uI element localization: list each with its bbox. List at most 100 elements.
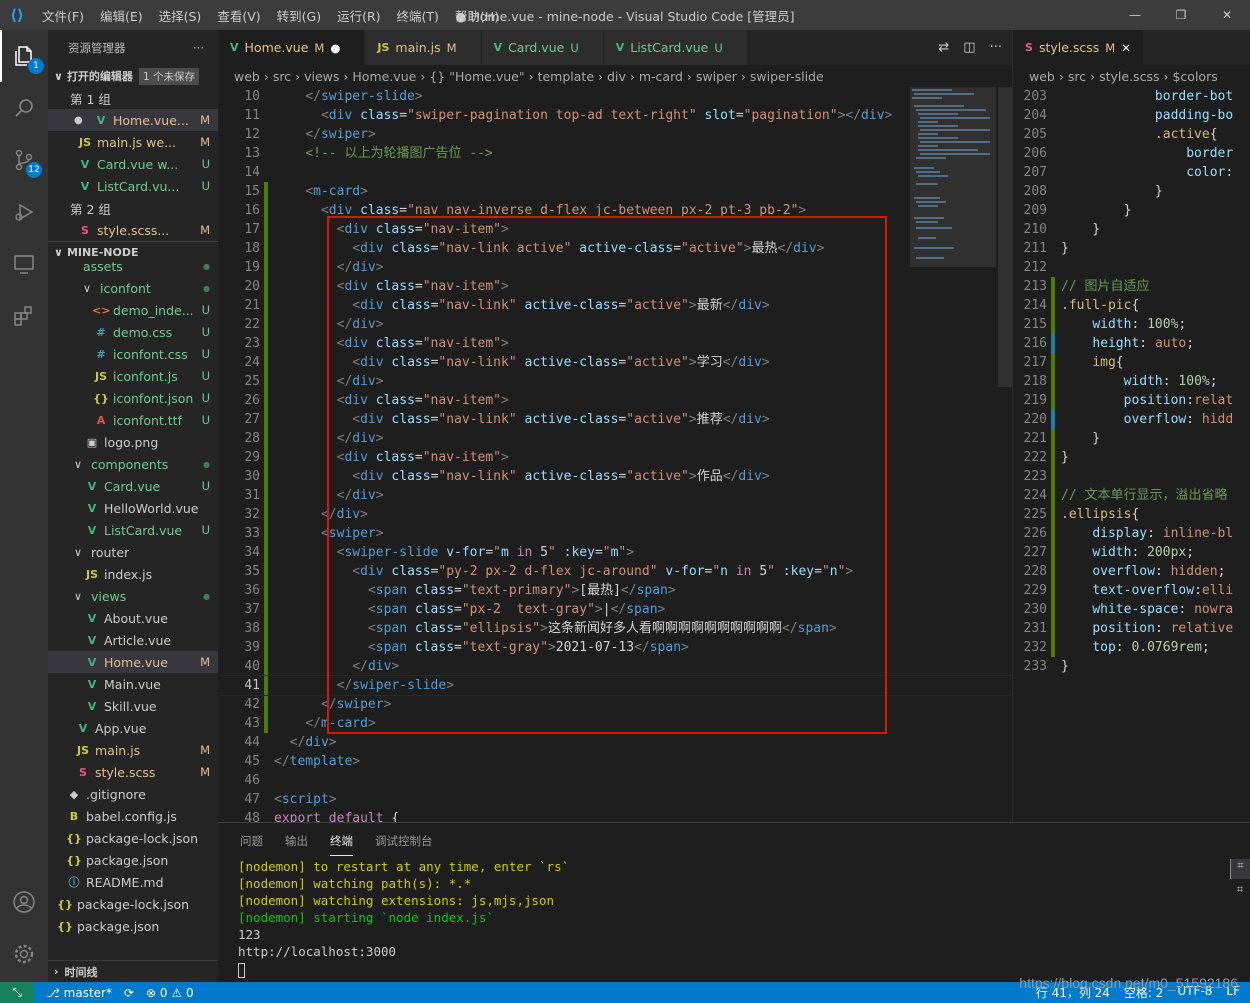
folder-item[interactable]: ∨ components ● (48, 453, 218, 475)
breadcrumb-item[interactable]: views (304, 69, 339, 84)
search-icon[interactable] (0, 82, 48, 134)
open-editor-item[interactable]: ● V Home.vue... M (48, 109, 218, 131)
timeline-section[interactable]: › 时间线 (48, 960, 218, 982)
file-item[interactable]: {} package-lock.json (48, 827, 218, 849)
open-editor-item[interactable]: Sstyle.scss... M (48, 219, 218, 241)
menu-item[interactable]: 查看(V) (209, 9, 268, 24)
menu-item[interactable]: 选择(S) (151, 9, 210, 24)
more-actions-icon[interactable]: ··· (990, 40, 1002, 55)
breadcrumb-item[interactable]: src (273, 69, 291, 84)
tab-style-scss[interactable]: S style.scss M ✕ (1013, 30, 1144, 65)
menu-item[interactable]: 帮助(H) (447, 9, 507, 24)
file-item[interactable]: V Main.vue (48, 673, 218, 695)
split-editor-icon[interactable]: ◫ (963, 40, 975, 55)
file-item[interactable]: {} package-lock.json (48, 893, 218, 915)
file-item[interactable]: JS index.js (48, 563, 218, 585)
breadcrumb-item[interactable]: swiper-slide (750, 69, 824, 84)
git-branch[interactable]: ⎇ master* (46, 986, 112, 1000)
open-changes-icon[interactable]: ⇄ (938, 40, 949, 55)
code-editor-right[interactable]: 203 border-bot 204 padding-bo 205 .active{… (1013, 87, 1250, 822)
file-item[interactable]: <> demo_inde... U (48, 299, 218, 321)
file-item[interactable]: assets ● (48, 255, 218, 277)
panel-tab[interactable]: 问题 (240, 833, 263, 849)
source-control-icon[interactable]: 12 (0, 134, 48, 186)
file-item[interactable]: {} package.json (48, 915, 218, 937)
breadcrumb-item[interactable]: m-card (639, 69, 683, 84)
folder-item[interactable]: ∨ iconfont ● (48, 277, 218, 299)
file-item[interactable]: V Home.vue M (48, 651, 218, 673)
file-item[interactable]: # iconfont.css U (48, 343, 218, 365)
open-editor-item[interactable]: JS main.js we... M (48, 131, 218, 153)
file-item[interactable]: V About.vue (48, 607, 218, 629)
settings-gear-icon[interactable] (0, 928, 48, 980)
close-icon[interactable]: ✕ (1121, 41, 1131, 55)
problems-count[interactable]: ⊗ 0 ⚠ 0 (146, 986, 194, 1000)
breadcrumb-item[interactable]: template (538, 69, 594, 84)
file-item[interactable]: V ListCard.vue U (48, 519, 218, 541)
file-item[interactable]: Sstyle.scss M (48, 761, 218, 783)
breadcrumb-item[interactable]: web (234, 69, 260, 84)
breadcrumb-item[interactable]: swiper (696, 69, 737, 84)
remote-explorer-icon[interactable] (0, 238, 48, 290)
file-name: iconfont.js (113, 368, 178, 384)
file-item[interactable]: # demo.css U (48, 321, 218, 343)
run-debug-icon[interactable] (0, 186, 48, 238)
panel-tab[interactable]: 终端 (330, 826, 353, 856)
menu-item[interactable]: 运行(R) (329, 9, 388, 24)
breadcrumb-item[interactable]: style.scss (1099, 69, 1159, 84)
file-item[interactable]: V Card.vue U (48, 475, 218, 497)
file-item[interactable]: V Article.vue (48, 629, 218, 651)
open-editor-item[interactable]: V ListCard.vu... U (48, 175, 218, 197)
unsaved-dot-icon[interactable]: ● (330, 41, 340, 55)
file-item[interactable]: Aiconfont.ttf U (48, 409, 218, 431)
file-item[interactable]: ▣ logo.png (48, 431, 218, 453)
terminal-instance-icon[interactable]: ⌗ (1230, 859, 1250, 879)
minimize-button[interactable]: — (1112, 0, 1158, 30)
maximize-button[interactable]: ❐ (1158, 0, 1204, 30)
breadcrumb-item[interactable]: src (1068, 69, 1086, 84)
extensions-icon[interactable] (0, 290, 48, 342)
vertical-scrollbar[interactable] (998, 87, 1012, 387)
breadcrumb-item[interactable]: {} "Home.vue" (429, 69, 524, 84)
panel-tab[interactable]: 输出 (285, 833, 308, 849)
open-editor-item[interactable]: V Card.vue w... U (48, 153, 218, 175)
open-editors-section[interactable]: ∨ 打开的编辑器 1 个未保存 (48, 65, 218, 87)
file-item[interactable]: JS iconfont.js U (48, 365, 218, 387)
folder-item[interactable]: ∨ views ● (48, 585, 218, 607)
menu-item[interactable]: 编辑(E) (92, 9, 151, 24)
breadcrumb-item[interactable]: web (1029, 69, 1055, 84)
file-item[interactable]: {} package.json (48, 849, 218, 871)
tab-home-vue[interactable]: V Home.vue M ● (218, 30, 366, 65)
file-item[interactable]: {} iconfont.json U (48, 387, 218, 409)
unsaved-dot-icon[interactable]: ● (74, 115, 83, 126)
folder-item[interactable]: ∨ router (48, 541, 218, 563)
menu-item[interactable]: 文件(F) (34, 9, 92, 24)
menu-item[interactable]: 转到(G) (269, 9, 329, 24)
tab-listcard-vue[interactable]: V ListCard.vue U (603, 30, 748, 65)
file-item[interactable]: V Skill.vue (48, 695, 218, 717)
breadcrumb-item[interactable]: $colors (1172, 69, 1217, 84)
close-window-button[interactable]: ✕ (1204, 0, 1250, 30)
file-item[interactable]: ⓘ README.md (48, 871, 218, 893)
accounts-icon[interactable] (0, 876, 48, 928)
file-item[interactable]: JS main.js M (48, 739, 218, 761)
git-gutter-marker (264, 619, 268, 638)
breadcrumb-item[interactable]: Home.vue (352, 69, 416, 84)
more-actions-icon[interactable]: ··· (193, 41, 204, 55)
remote-indicator-icon[interactable]: ⤡ (0, 982, 34, 1003)
code-editor[interactable]: 10 </swiper-slide> 11 <div class="swiper-… (218, 87, 1012, 822)
tab-card-vue[interactable]: V Card.vue U (481, 30, 604, 65)
terminal[interactable]: [nodemon] to restart at any time, enter … (218, 858, 1250, 960)
file-item[interactable]: V HelloWorld.vue (48, 497, 218, 519)
explorer-icon[interactable]: 1 (0, 30, 48, 82)
breadcrumb-item[interactable]: div (607, 69, 626, 84)
menu-item[interactable]: 终端(T) (389, 9, 447, 24)
file-item[interactable]: V App.vue (48, 717, 218, 739)
terminal-instance-icon[interactable]: ⌗ (1230, 883, 1250, 903)
panel-tab[interactable]: 调试控制台 (375, 833, 433, 849)
file-item[interactable]: ◆ .gitignore (48, 783, 218, 805)
minimap[interactable] (910, 87, 996, 267)
tab-main-js[interactable]: JS main.js M (365, 30, 482, 65)
sync-icon[interactable]: ⟳ (124, 986, 134, 1000)
file-item[interactable]: Bbabel.config.js (48, 805, 218, 827)
